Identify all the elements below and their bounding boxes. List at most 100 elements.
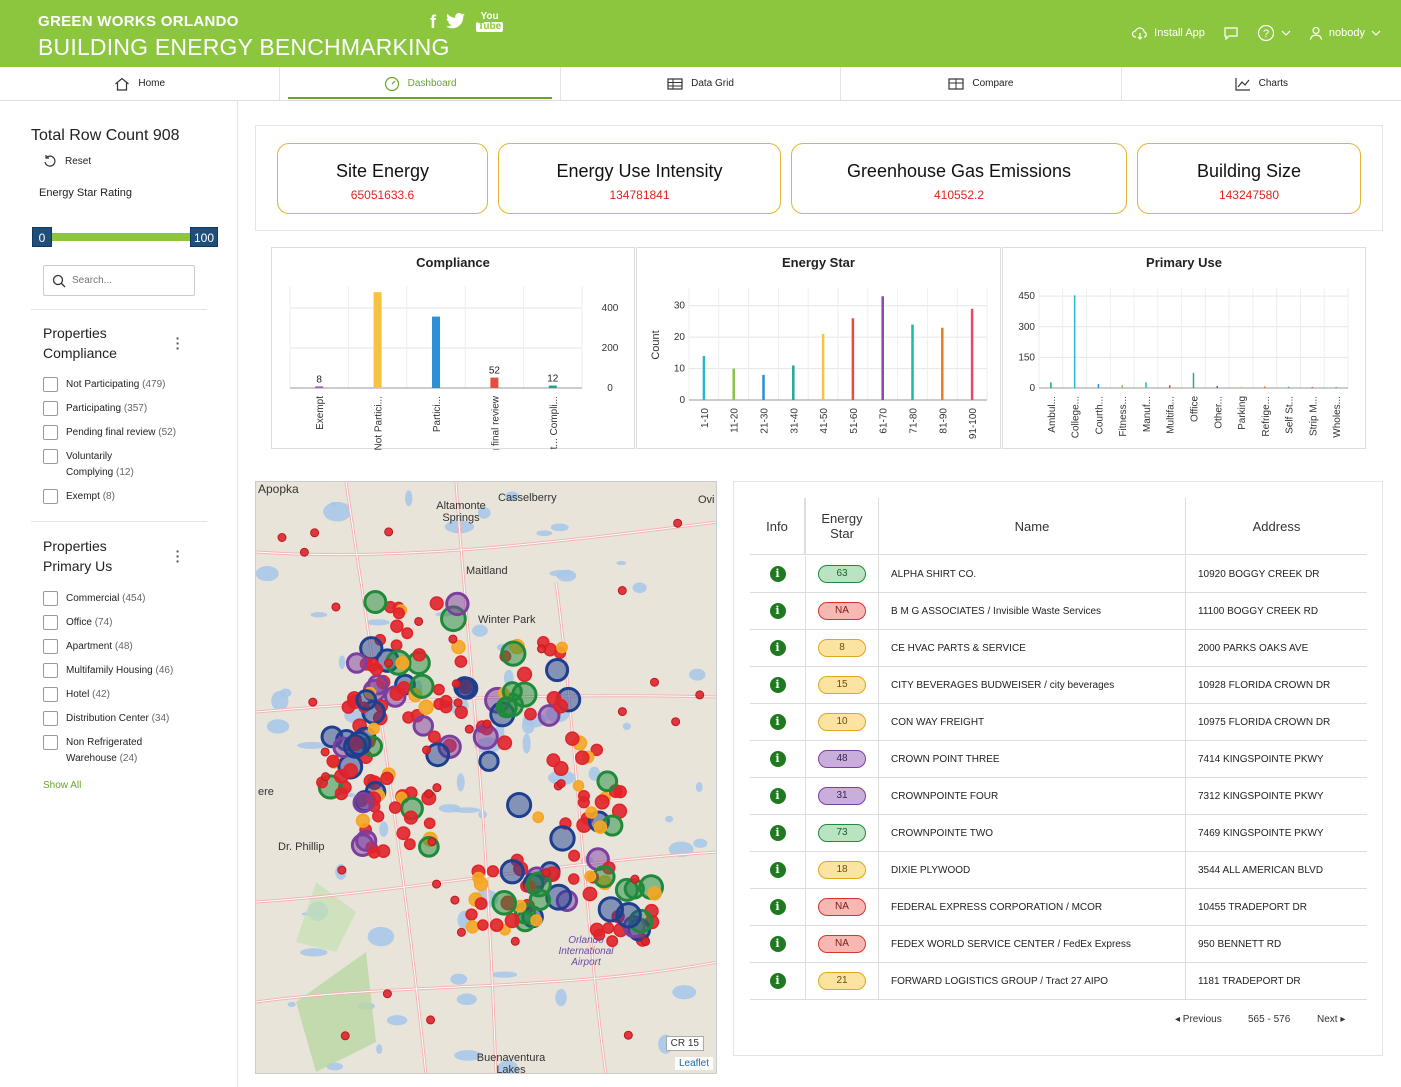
property-marker[interactable] bbox=[546, 753, 561, 768]
table-row[interactable]: i 31 CROWNPOINTE FOUR 7312 KINGSPOINTE PKWY bbox=[750, 778, 1367, 815]
checkbox-non-refrigerated-warehouse[interactable]: Non Refrigerated Warehouse (24) bbox=[43, 735, 142, 767]
property-marker[interactable] bbox=[582, 886, 598, 902]
property-marker[interactable] bbox=[613, 785, 627, 799]
property-marker[interactable] bbox=[516, 666, 533, 682]
property-marker[interactable] bbox=[499, 859, 525, 885]
checkbox-box[interactable] bbox=[43, 711, 58, 726]
property-marker[interactable] bbox=[310, 528, 320, 538]
property-marker[interactable] bbox=[478, 750, 500, 772]
property-marker[interactable] bbox=[341, 700, 356, 714]
info-icon[interactable]: i bbox=[769, 714, 786, 730]
reset-button[interactable]: Reset bbox=[43, 154, 91, 168]
property-marker[interactable] bbox=[568, 849, 581, 862]
property-marker[interactable] bbox=[647, 886, 662, 901]
checkbox-box[interactable] bbox=[43, 735, 58, 750]
checkbox-box[interactable] bbox=[43, 449, 58, 464]
property-marker[interactable] bbox=[422, 745, 432, 755]
property-marker[interactable] bbox=[453, 698, 463, 708]
property-marker[interactable] bbox=[465, 920, 480, 934]
table-row[interactable]: i 73 CROWNPOINTE TWO 7469 KINGSPOINTE PKWY bbox=[750, 815, 1367, 852]
properties-map[interactable]: Apopka Altamonte Springs Casselberry Ovi… bbox=[255, 481, 717, 1074]
table-row[interactable]: i NA FEDERAL EXPRESS CORPORATION / MCOR 104… bbox=[750, 889, 1367, 926]
property-marker[interactable] bbox=[530, 914, 543, 927]
property-marker[interactable] bbox=[426, 1015, 436, 1025]
property-marker[interactable] bbox=[594, 794, 610, 810]
property-marker[interactable] bbox=[340, 1031, 350, 1041]
property-marker[interactable] bbox=[641, 936, 651, 946]
property-marker[interactable] bbox=[432, 879, 442, 889]
checkbox-box[interactable] bbox=[43, 591, 58, 606]
checkbox-box[interactable] bbox=[43, 377, 58, 392]
property-marker[interactable] bbox=[524, 707, 537, 721]
property-marker[interactable] bbox=[528, 888, 552, 911]
youtube-icon[interactable]: You Tube bbox=[476, 12, 504, 35]
property-marker[interactable] bbox=[334, 786, 349, 801]
property-marker[interactable] bbox=[390, 619, 404, 633]
property-marker[interactable] bbox=[429, 596, 444, 611]
property-marker[interactable] bbox=[695, 690, 705, 700]
table-row[interactable]: i 15 CITY BEVERAGES BUDWEISER / city bever… bbox=[750, 667, 1367, 704]
property-marker[interactable] bbox=[577, 790, 590, 803]
property-marker[interactable] bbox=[403, 810, 419, 825]
property-marker[interactable] bbox=[465, 908, 478, 921]
property-marker[interactable] bbox=[454, 655, 468, 668]
tab-charts[interactable]: Charts bbox=[1122, 67, 1401, 100]
property-marker[interactable] bbox=[326, 754, 340, 768]
info-icon[interactable]: i bbox=[769, 677, 786, 693]
property-marker[interactable] bbox=[474, 897, 488, 911]
checkbox-exempt[interactable]: Exempt (8) bbox=[43, 489, 115, 505]
property-marker[interactable] bbox=[448, 634, 458, 644]
checkbox-participating[interactable]: Participating (357) bbox=[43, 401, 147, 417]
slider-max-handle[interactable]: 100 bbox=[190, 227, 218, 247]
property-marker[interactable] bbox=[500, 640, 527, 667]
checkbox-box[interactable] bbox=[43, 639, 58, 654]
property-marker[interactable] bbox=[486, 865, 500, 878]
property-marker[interactable] bbox=[382, 989, 392, 999]
info-icon[interactable]: i bbox=[769, 603, 786, 619]
property-marker[interactable] bbox=[345, 652, 368, 674]
property-marker[interactable] bbox=[320, 747, 330, 757]
property-marker[interactable] bbox=[409, 673, 435, 699]
property-marker[interactable] bbox=[389, 686, 404, 701]
property-marker[interactable] bbox=[392, 607, 405, 620]
tab-dashboard[interactable]: Dashboard bbox=[280, 67, 561, 100]
install-app-button[interactable]: Install App bbox=[1132, 26, 1205, 40]
info-icon[interactable]: i bbox=[769, 899, 786, 915]
property-marker[interactable] bbox=[482, 719, 492, 729]
property-marker[interactable] bbox=[510, 936, 520, 946]
property-marker[interactable] bbox=[412, 715, 435, 737]
show-all-link[interactable]: Show All bbox=[43, 780, 81, 791]
property-marker[interactable] bbox=[617, 707, 627, 717]
checkbox-box[interactable] bbox=[43, 615, 58, 630]
property-marker[interactable] bbox=[427, 837, 437, 847]
property-marker[interactable] bbox=[355, 813, 371, 828]
map-attribution[interactable]: Leaflet bbox=[674, 1057, 713, 1070]
property-marker[interactable] bbox=[456, 927, 466, 937]
property-marker[interactable] bbox=[402, 711, 415, 724]
property-marker[interactable] bbox=[464, 724, 474, 734]
property-marker[interactable] bbox=[650, 677, 660, 687]
checkbox-box[interactable] bbox=[43, 401, 58, 416]
property-marker[interactable] bbox=[331, 602, 341, 612]
property-marker[interactable] bbox=[425, 742, 451, 768]
property-marker[interactable] bbox=[388, 801, 402, 814]
info-icon[interactable]: i bbox=[769, 936, 786, 952]
property-marker[interactable] bbox=[489, 918, 504, 932]
property-marker[interactable] bbox=[584, 870, 597, 883]
property-marker[interactable] bbox=[363, 590, 388, 614]
property-marker[interactable] bbox=[567, 873, 580, 885]
checkbox-box[interactable] bbox=[43, 663, 58, 678]
checkbox-box[interactable] bbox=[43, 489, 58, 504]
property-marker[interactable] bbox=[450, 895, 460, 905]
table-row[interactable]: i 8 CE HVAC PARTS & SERVICE 2000 PARKS OAKS… bbox=[750, 630, 1367, 667]
property-marker[interactable] bbox=[432, 783, 442, 793]
property-marker[interactable] bbox=[556, 779, 566, 789]
header-info[interactable]: Info bbox=[750, 498, 805, 554]
property-marker[interactable] bbox=[537, 644, 547, 654]
property-marker[interactable] bbox=[532, 811, 545, 824]
property-marker[interactable] bbox=[433, 683, 445, 696]
checkbox-hotel[interactable]: Hotel (42) bbox=[43, 687, 110, 703]
property-marker[interactable] bbox=[673, 518, 683, 528]
tab-data-grid[interactable]: Data Grid bbox=[561, 67, 842, 100]
info-icon[interactable]: i bbox=[769, 973, 786, 989]
